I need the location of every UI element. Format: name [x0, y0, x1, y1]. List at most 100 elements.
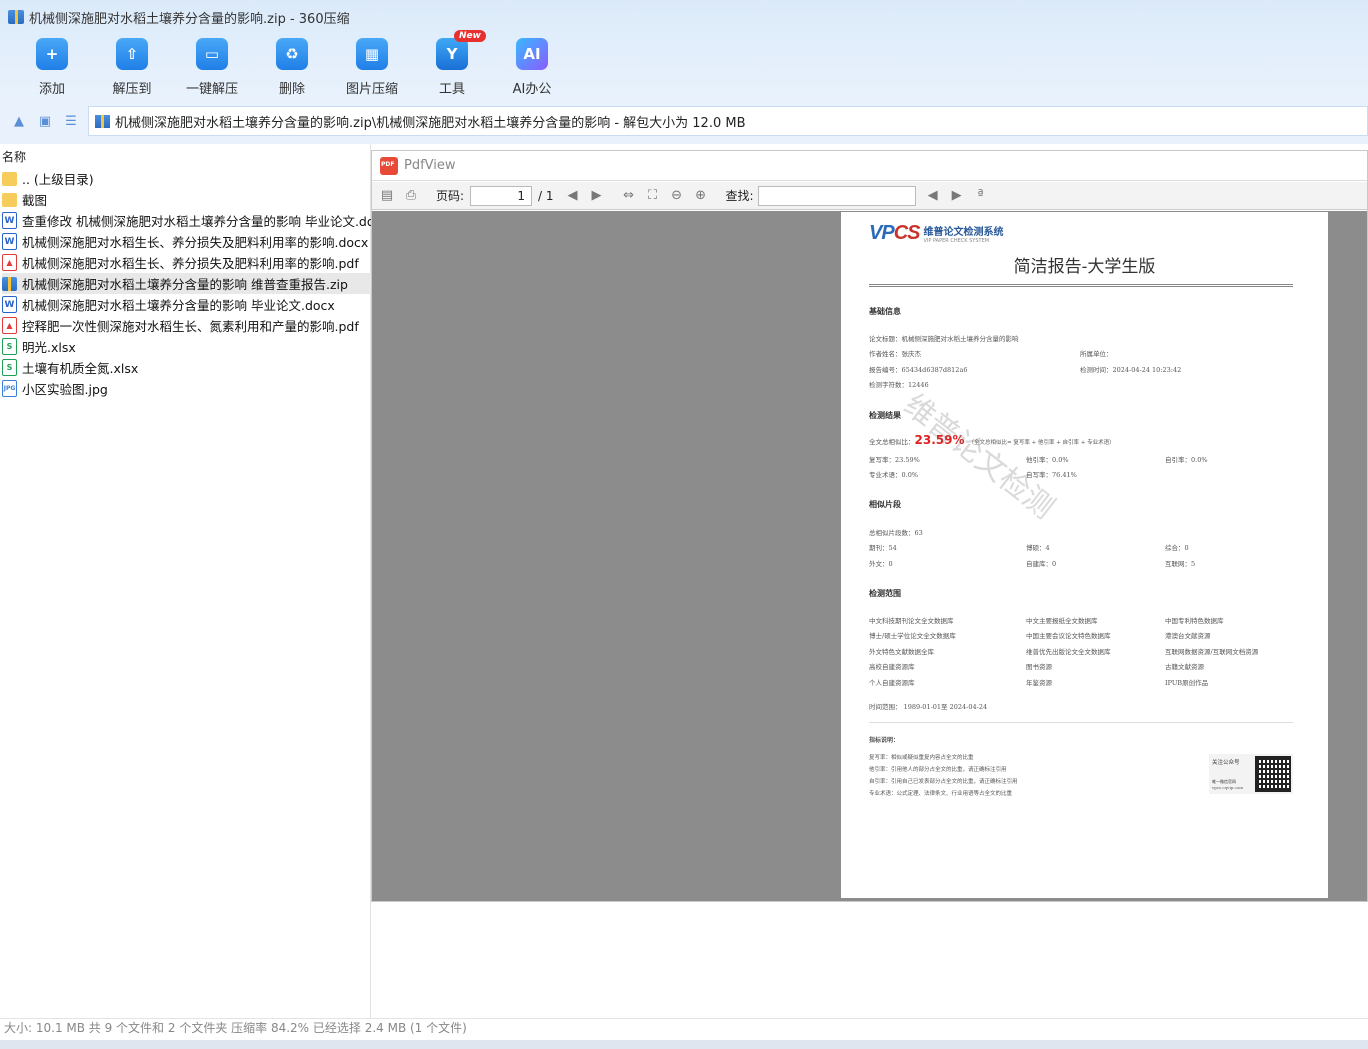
- list-item[interactable]: ▲ 机械侧深施肥对水稻生长、养分损失及肥料利用率的影响.pdf: [2, 252, 372, 273]
- file-name: 机械侧深施肥对水稻土壤养分含量的影响 毕业论文.docx: [22, 298, 335, 313]
- scope-item: 年鉴资源: [1026, 679, 1052, 687]
- ai-office-button[interactable]: AI AI办公: [492, 38, 572, 97]
- list-item-selected[interactable]: 机械侧深施肥对水稻土壤养分含量的影响 维普查重报告.zip: [2, 273, 372, 294]
- address-bar[interactable]: 机械侧深施肥对水稻土壤养分含量的影响.zip\机械侧深施肥对水稻土壤养分含量的影…: [88, 106, 1368, 136]
- list-item[interactable]: 截图: [2, 189, 372, 210]
- fit-width-icon[interactable]: ⇔: [620, 188, 638, 204]
- scope-item: 互联网数据资源/互联网文档资源: [1165, 648, 1259, 656]
- window-title-bar: 机械侧深施肥对水稻土壤养分含量的影响.zip - 360压缩: [8, 7, 350, 27]
- address-path: 机械侧深施肥对水稻土壤养分含量的影响.zip\机械侧深施肥对水稻土壤养分含量的影…: [115, 115, 746, 131]
- report-number: 报告编号：65434d6387d812a6: [869, 366, 968, 374]
- list-item[interactable]: S 明光.xlsx: [2, 336, 372, 357]
- excel-file-icon: S: [2, 338, 17, 355]
- tools-button[interactable]: Y New 工具: [412, 30, 492, 97]
- vpcs-logo: VPCS 维普论文检测系统 VIP PAPER CHECK SYSTEM: [869, 222, 1003, 245]
- list-item[interactable]: ▲ 控释肥一次性侧深施对水稻生长、氮素利用和产量的影响.pdf: [2, 315, 372, 336]
- pdf-app-icon: [380, 156, 398, 175]
- term-rate: 专业术语：0.0%: [869, 471, 919, 479]
- window-title: 机械侧深施肥对水稻土壤养分含量的影响.zip - 360压缩: [29, 11, 350, 27]
- other-cite-rate: 他引率：0.0%: [1026, 456, 1069, 464]
- author-name: 作者姓名：张庆杰: [869, 350, 921, 358]
- list-item[interactable]: .. (上级目录): [2, 168, 372, 189]
- column-header-name[interactable]: 名称: [2, 148, 26, 165]
- ai-office-label: AI办公: [512, 82, 552, 97]
- report-title: 简洁报告-大学生版: [1013, 257, 1156, 277]
- qr-code-icon: [1255, 756, 1291, 792]
- official-url: vpcs.cqvip.com: [1212, 785, 1243, 790]
- extract-to-button[interactable]: ⇧ 解压到: [92, 38, 172, 97]
- scope-item: 中文科技期刊论文全文数据库: [869, 617, 954, 625]
- tools-glyph: Y: [446, 45, 458, 63]
- open-file-icon[interactable]: ▤: [378, 188, 396, 204]
- delete-label: 删除: [278, 82, 305, 97]
- note-item: 复写率：相似或疑似重复内容占全文的比重: [869, 755, 974, 761]
- pdf-viewer-window: PdfView ▤ ⎙ 页码: 1 / 1 ◀ ▶ ⇔ ⛶ ⊖ ⊕ 查找: ◀ …: [371, 150, 1368, 902]
- file-name: 明光.xlsx: [22, 340, 76, 355]
- tools-label: 工具: [438, 82, 465, 97]
- find-label: 查找:: [725, 189, 754, 203]
- file-name: 机械侧深施肥对水稻生长、养分损失及肥料利用率的影响.pdf: [22, 256, 359, 271]
- word-doc-icon: W: [2, 233, 17, 250]
- next-page-icon[interactable]: ▶: [588, 188, 606, 204]
- list-item[interactable]: W 查重修改 机械侧深施肥对水稻土壤养分含量的影响 毕业论文.docx: [2, 210, 372, 231]
- note-item: 专业术语：公式定理、法律条文、行业用语等占全文的比重: [869, 791, 1013, 797]
- thumbnail-view-icon[interactable]: ▣: [36, 113, 54, 129]
- folder-icon: [2, 171, 17, 186]
- file-name: 机械侧深施肥对水稻土壤养分含量的影响 维普查重报告.zip: [22, 277, 348, 292]
- section-scope: 检测范围: [869, 589, 901, 598]
- zoom-in-icon[interactable]: ⊕: [692, 188, 710, 204]
- up-level-icon[interactable]: ▲: [10, 113, 28, 129]
- find-input[interactable]: [757, 185, 916, 206]
- unit: 所属单位：: [1080, 350, 1113, 358]
- report-page: VPCS 维普论文检测系统 VIP PAPER CHECK SYSTEM 简洁报…: [841, 212, 1328, 898]
- pdf-file-icon: ▲: [2, 317, 17, 334]
- self-cite-rate: 自引率：0.0%: [1165, 456, 1208, 464]
- zoom-out-icon[interactable]: ⊖: [668, 188, 686, 204]
- word-doc-icon: W: [2, 296, 17, 313]
- note-item: 自引率：引用自己已发表部分占全文的比重，请正确标注引用: [869, 779, 1018, 785]
- word-doc-icon: W: [2, 212, 17, 229]
- section-fragments: 相似片段: [869, 500, 901, 509]
- extract-to-label: 解压到: [112, 82, 152, 97]
- list-item[interactable]: W 机械侧深施肥对水稻土壤养分含量的影响 毕业论文.docx: [2, 294, 372, 315]
- time-range: 时间范围： 1989-01-01至 2024-04-24: [869, 703, 988, 711]
- one-click-extract-button[interactable]: ▭ 一键解压: [172, 38, 252, 97]
- fragment-journal: 期刊：54: [869, 544, 897, 552]
- find-next-icon[interactable]: ▶: [948, 188, 966, 204]
- image-compress-icon: ▦: [356, 38, 388, 70]
- total-label: 全文总相似比：: [869, 438, 915, 446]
- main-toolbar: + 添加 ⇧ 解压到 ▭ 一键解压 ♻ 删除 ▦ 图片压缩 Y New 工具 A…: [12, 30, 572, 97]
- print-icon[interactable]: ⎙: [402, 188, 420, 204]
- list-item[interactable]: W 机械侧深施肥对水稻生长、养分损失及肥料利用率的影响.docx: [2, 231, 372, 252]
- prev-page-icon[interactable]: ◀: [564, 188, 582, 204]
- notes-divider: [869, 722, 1293, 723]
- scope-item: IPUB原创作品: [1165, 679, 1209, 687]
- copy-rate: 复写率：23.59%: [869, 456, 920, 464]
- folder-icon: [2, 192, 17, 207]
- list-item[interactable]: S 土壤有机质全氮.xlsx: [2, 357, 372, 378]
- page-number-input[interactable]: 1: [470, 185, 533, 206]
- file-name: 控释肥一次性侧深施对水稻生长、氮素利用和产量的影响.pdf: [22, 319, 359, 334]
- delete-button[interactable]: ♻ 删除: [252, 38, 332, 97]
- zip-file-icon: [2, 276, 17, 291]
- find-prev-icon[interactable]: ◀: [924, 188, 942, 204]
- list-item[interactable]: JPG 小区实验图.jpg: [2, 378, 372, 399]
- delete-icon: ♻: [276, 38, 308, 70]
- pdf-toolbar: ▤ ⎙ 页码: 1 / 1 ◀ ▶ ⇔ ⛶ ⊖ ⊕ 查找: ◀ ▶ ª: [372, 182, 1367, 210]
- fragment-general: 综合：0: [1165, 544, 1189, 552]
- add-button[interactable]: + 添加: [12, 38, 92, 97]
- image-file-icon: JPG: [2, 380, 17, 397]
- fit-page-icon[interactable]: ⛶: [644, 188, 662, 204]
- list-view-icon[interactable]: ☰: [62, 113, 80, 129]
- tools-icon: Y New: [436, 30, 486, 70]
- image-compress-button[interactable]: ▦ 图片压缩: [332, 38, 412, 97]
- pdf-canvas[interactable]: VPCS 维普论文检测系统 VIP PAPER CHECK SYSTEM 简洁报…: [372, 211, 1367, 901]
- one-click-extract-label: 一键解压: [185, 82, 238, 97]
- pdf-viewer-title: PdfView: [404, 158, 456, 173]
- match-case-icon[interactable]: ª: [972, 188, 990, 204]
- check-time: 检测时间：2024-04-24 10:23:42: [1080, 366, 1182, 374]
- excel-file-icon: S: [2, 359, 17, 376]
- note-item: 他引率：引用他人的部分占全文的比重，请正确标注引用: [869, 767, 1007, 773]
- file-name: 机械侧深施肥对水稻生长、养分损失及肥料利用率的影响.docx: [22, 235, 369, 250]
- fragment-selfbuilt: 自建库：0: [1026, 560, 1057, 568]
